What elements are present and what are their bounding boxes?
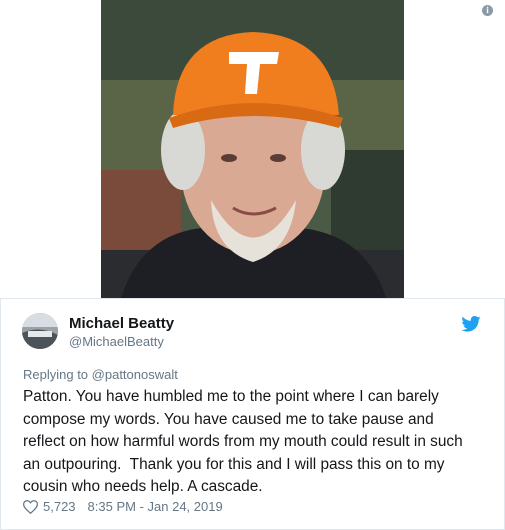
reply-prefix: Replying to (23, 367, 92, 382)
tweet-footer: 5,723 8:35 PM - Jan 24, 2019 (23, 499, 223, 514)
author-name[interactable]: Michael Beatty (69, 315, 174, 332)
tweet-timestamp[interactable]: 8:35 PM - Jan 24, 2019 (88, 499, 223, 514)
avatar-image (22, 313, 58, 349)
reply-handle-link[interactable]: @pattonoswalt (92, 367, 178, 382)
heart-icon[interactable] (23, 499, 38, 514)
twitter-bird-icon[interactable] (461, 316, 481, 332)
reply-context: Replying to @pattonoswalt (23, 367, 178, 382)
like-count[interactable]: 5,723 (43, 499, 76, 514)
author-avatar[interactable] (22, 313, 58, 349)
photo-illustration (101, 0, 404, 298)
author-handle[interactable]: @MichaelBeatty (69, 334, 164, 349)
info-icon[interactable]: i (482, 5, 493, 16)
media-area: i (0, 0, 505, 298)
tweet-photo[interactable] (101, 0, 404, 298)
tweet-card[interactable]: Michael Beatty @MichaelBeatty Replying t… (0, 298, 505, 530)
tweet-text: Patton. You have humbled me to the point… (23, 388, 463, 495)
